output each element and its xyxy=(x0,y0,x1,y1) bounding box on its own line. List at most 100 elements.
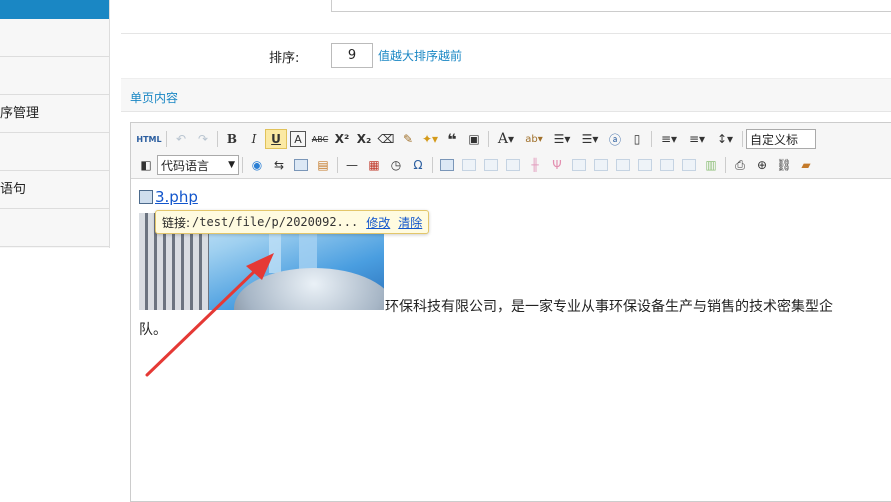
image-glyph xyxy=(294,159,308,171)
attachment-filename[interactable]: 3.php xyxy=(155,188,198,206)
horizontal-rule-icon[interactable]: — xyxy=(341,155,363,175)
preview-icon[interactable]: ⊕ xyxy=(751,155,773,175)
sidebar: 序管理 语句 xyxy=(0,0,110,248)
underline-button[interactable]: U xyxy=(265,129,287,149)
toolbar-separator xyxy=(651,131,652,147)
time-icon[interactable]: ◷ xyxy=(385,155,407,175)
toolbar-separator xyxy=(742,131,743,147)
sidebar-item-sort-management[interactable]: 序管理 xyxy=(0,95,109,133)
unordered-list-icon[interactable]: ☰▾ xyxy=(576,129,604,149)
sort-hint: 值越大排序越前 xyxy=(378,49,463,63)
rich-text-editor[interactable]: HTML ↶ ↷ B I U A ABC X² X₂ ⌫ ✎ ✦▾ ❝ ▣ A ▾… xyxy=(130,122,891,502)
insert-row-icon[interactable] xyxy=(502,155,524,175)
table-glyph xyxy=(594,159,608,171)
sidebar-item[interactable] xyxy=(0,209,109,247)
bold-button[interactable]: B xyxy=(221,129,243,149)
superscript-button[interactable]: X² xyxy=(331,129,353,149)
template-icon[interactable]: ▰ xyxy=(795,155,817,175)
ordered-list-icon[interactable]: ☰▾ xyxy=(548,129,576,149)
section-title: 单页内容 xyxy=(130,91,179,105)
anchor-icon[interactable]: ⇆ xyxy=(268,155,290,175)
date-icon[interactable]: ▦ xyxy=(363,155,385,175)
insert-table-icon[interactable] xyxy=(436,155,458,175)
table-glyph xyxy=(572,159,586,171)
toolbar-separator xyxy=(242,157,243,173)
multi-image-icon[interactable]: ▤ xyxy=(312,155,334,175)
toolbar-separator xyxy=(166,131,167,147)
italic-button[interactable]: I xyxy=(243,129,265,149)
delete-table-icon[interactable] xyxy=(458,155,480,175)
code-language-label: 代码语言 xyxy=(161,158,210,173)
table-glyph xyxy=(506,159,520,171)
link-icon[interactable]: ◉ xyxy=(246,155,268,175)
background-color-icon[interactable]: ab▾ xyxy=(520,129,548,149)
split-rows-icon[interactable] xyxy=(634,155,656,175)
sidebar-item[interactable] xyxy=(0,19,109,57)
paragraph-text: 环保科技有限公司，是一家专业从事环保设备生产与销售的技术密集型企 队。 xyxy=(139,296,891,342)
strikethrough-button[interactable]: ABC xyxy=(309,129,331,149)
link-edit-button[interactable]: 修改 xyxy=(366,214,390,231)
table-glyph xyxy=(616,159,630,171)
previous-input-field[interactable] xyxy=(331,0,891,12)
table-glyph xyxy=(682,159,696,171)
print-icon[interactable]: ⎙ xyxy=(729,155,751,175)
divider xyxy=(121,33,891,34)
font-color-button[interactable]: A ▾ xyxy=(492,129,520,149)
toolbar-separator xyxy=(432,157,433,173)
merge-cells-icon[interactable]: Ψ xyxy=(546,155,568,175)
link-clear-button[interactable]: 清除 xyxy=(398,214,422,231)
autotypeset-icon[interactable]: ✦▾ xyxy=(419,129,441,149)
fontborder-button[interactable]: A xyxy=(290,131,306,147)
section-header: 单页内容 xyxy=(121,78,891,112)
merge-right-icon[interactable] xyxy=(568,155,590,175)
special-chars-icon[interactable]: Ω xyxy=(407,155,429,175)
sort-label: 排序: xyxy=(269,51,300,66)
undo-icon[interactable]: ↶ xyxy=(170,129,192,149)
file-icon xyxy=(139,190,153,204)
clear-doc-icon[interactable]: ▯ xyxy=(626,129,648,149)
insert-col-icon[interactable]: ╫ xyxy=(524,155,546,175)
insert-paragraph-icon[interactable] xyxy=(480,155,502,175)
sidebar-item-statement[interactable]: 语句 xyxy=(0,171,109,209)
chart-icon[interactable]: ▥ xyxy=(700,155,722,175)
table-glyph xyxy=(638,159,652,171)
table-glyph xyxy=(462,159,476,171)
attachment-link[interactable]: 3.php xyxy=(139,188,198,206)
paragraph-line: 环保科技有限公司，是一家专业从事环保设备生产与销售的技术密集型企 xyxy=(385,299,833,315)
link-popup-label: 链接: xyxy=(162,215,191,230)
custom-style-label: 自定义标 xyxy=(750,132,799,147)
blockquote-button[interactable]: ❝ xyxy=(441,129,463,149)
table-glyph xyxy=(660,159,674,171)
table-glyph xyxy=(484,159,498,171)
row-spacing-bottom-icon[interactable]: ≡▾ xyxy=(683,129,711,149)
redo-icon[interactable]: ↷ xyxy=(192,129,214,149)
chevron-down-icon: ▼ xyxy=(228,160,235,170)
sidebar-active-item[interactable] xyxy=(0,0,109,19)
link-popup-url[interactable]: /test/file/p/2020092... xyxy=(192,215,358,229)
table-glyph xyxy=(440,159,454,171)
directionality-icon[interactable]: ◧ xyxy=(135,155,157,175)
toolbar-row-1: HTML ↶ ↷ B I U A ABC X² X₂ ⌫ ✎ ✦▾ ❝ ▣ A ▾… xyxy=(135,127,816,151)
toolbar-separator xyxy=(217,131,218,147)
line-height-icon[interactable]: ↕▾ xyxy=(711,129,739,149)
custom-style-select[interactable]: 自定义标 xyxy=(746,129,816,149)
select-all-icon[interactable]: ⓐ xyxy=(604,129,626,149)
search-replace-icon[interactable]: ⛓ xyxy=(773,155,795,175)
sidebar-item[interactable] xyxy=(0,57,109,95)
split-cols-icon[interactable] xyxy=(656,155,678,175)
table-props-icon[interactable] xyxy=(678,155,700,175)
sort-input[interactable]: 9 xyxy=(331,43,373,68)
split-cells-icon[interactable] xyxy=(612,155,634,175)
image-icon[interactable] xyxy=(290,155,312,175)
subscript-button[interactable]: X₂ xyxy=(353,129,375,149)
merge-down-icon[interactable] xyxy=(590,155,612,175)
code-language-select[interactable]: 代码语言 ▼ xyxy=(157,155,239,175)
format-brush-icon[interactable]: ✎ xyxy=(397,129,419,149)
eraser-icon[interactable]: ⌫ xyxy=(375,129,397,149)
html-source-button[interactable]: HTML xyxy=(135,129,163,149)
editor-content[interactable]: 3.php 环保科技有限公司，是一家专业从事环保设备生产与销售的技术密集型企 队… xyxy=(139,185,891,485)
sidebar-item[interactable] xyxy=(0,133,109,171)
paragraph-line: 队。 xyxy=(139,322,167,338)
paste-plain-icon[interactable]: ▣ xyxy=(463,129,485,149)
row-spacing-top-icon[interactable]: ≡▾ xyxy=(655,129,683,149)
